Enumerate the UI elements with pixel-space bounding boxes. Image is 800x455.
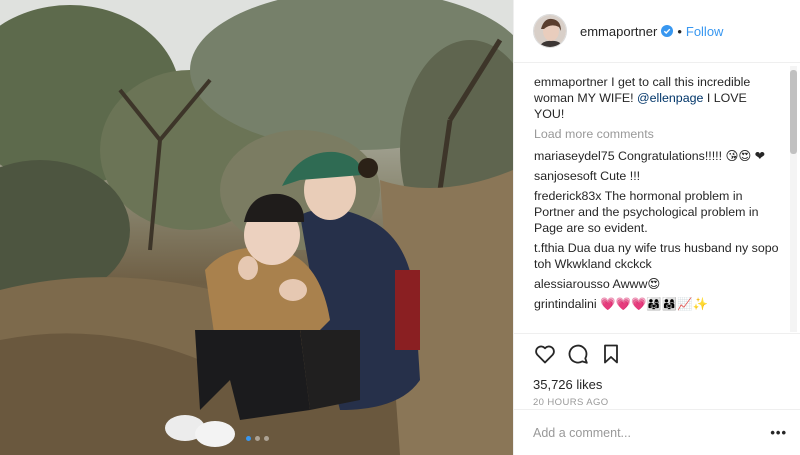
instagram-post-modal: emmaportner • Follow emmaportner I get t… [0,0,800,455]
comment-item: t.fthia Dua dua ny wife trus husband ny … [534,240,780,272]
add-comment-bar: ••• [514,409,800,455]
comments-scrollbar[interactable] [790,66,797,332]
comment-text: Cute !!! [596,169,641,183]
carousel-dot[interactable] [264,436,269,441]
more-options-icon[interactable]: ••• [770,425,787,440]
post-header: emmaportner • Follow [514,0,800,63]
comment-username[interactable]: grintindalini [534,297,597,311]
comment-username[interactable]: alessiarousso [534,277,610,291]
follow-button[interactable]: Follow [686,24,724,39]
bookmark-icon[interactable] [599,342,623,366]
post-actions: 35,726 likes 20 HOURS AGO [514,333,800,409]
likes-count[interactable]: 35,726 likes [533,377,787,392]
comment-username[interactable]: frederick83x [534,189,602,203]
comment-text: 💗💗💗👨‍👩‍👧👨‍👩‍👧📈✨ [596,297,709,311]
comment-item: grintindalini 💗💗💗👨‍👩‍👧👨‍👩‍👧📈✨ [534,296,780,312]
scrollbar-thumb[interactable] [790,70,797,154]
comments-list[interactable]: emmaportner I get to call this incredibl… [514,64,786,333]
post-side-panel: emmaportner • Follow emmaportner I get t… [513,0,800,455]
carousel-dot[interactable] [246,436,251,441]
post-timestamp[interactable]: 20 HOURS AGO [533,397,787,408]
photo-illustration [0,0,513,455]
heart-icon[interactable] [533,342,557,366]
comment-text: Dua dua ny wife trus husband ny sopo toh… [534,241,779,271]
caption: emmaportner I get to call this incredibl… [534,74,780,122]
caption-username[interactable]: emmaportner [534,75,608,89]
comment-username[interactable]: t.fthia [534,241,564,255]
comment-username[interactable]: mariaseydel75 [534,149,615,163]
carousel-indicator[interactable] [246,436,269,441]
action-icons [533,342,787,366]
header-separator: • [677,23,682,39]
avatar-image [534,15,566,47]
post-photo[interactable] [0,0,513,455]
comment-item: mariaseydel75 Congratulations!!!!! 😘😍 ❤ [534,148,780,164]
carousel-dot[interactable] [255,436,260,441]
verified-badge-icon [661,25,674,37]
comment-item: alessiarousso Awww😍 [534,276,780,292]
add-comment-input[interactable] [533,425,771,440]
avatar[interactable] [533,14,567,48]
comment-text: Awww😍 [609,277,661,291]
mention-link[interactable]: @ellenpage [637,91,703,105]
username-link[interactable]: emmaportner [580,24,657,39]
comment-icon[interactable] [566,342,590,366]
comment-item: frederick83x The hormonal problem in Por… [534,188,780,236]
comment-item: sanjosesoft Cute !!! [534,168,780,184]
load-more-comments-button[interactable]: Load more comments [534,126,780,142]
comment-username[interactable]: sanjosesoft [534,169,597,183]
comment-text: Congratulations!!!!! 😘😍 ❤ [614,149,766,163]
